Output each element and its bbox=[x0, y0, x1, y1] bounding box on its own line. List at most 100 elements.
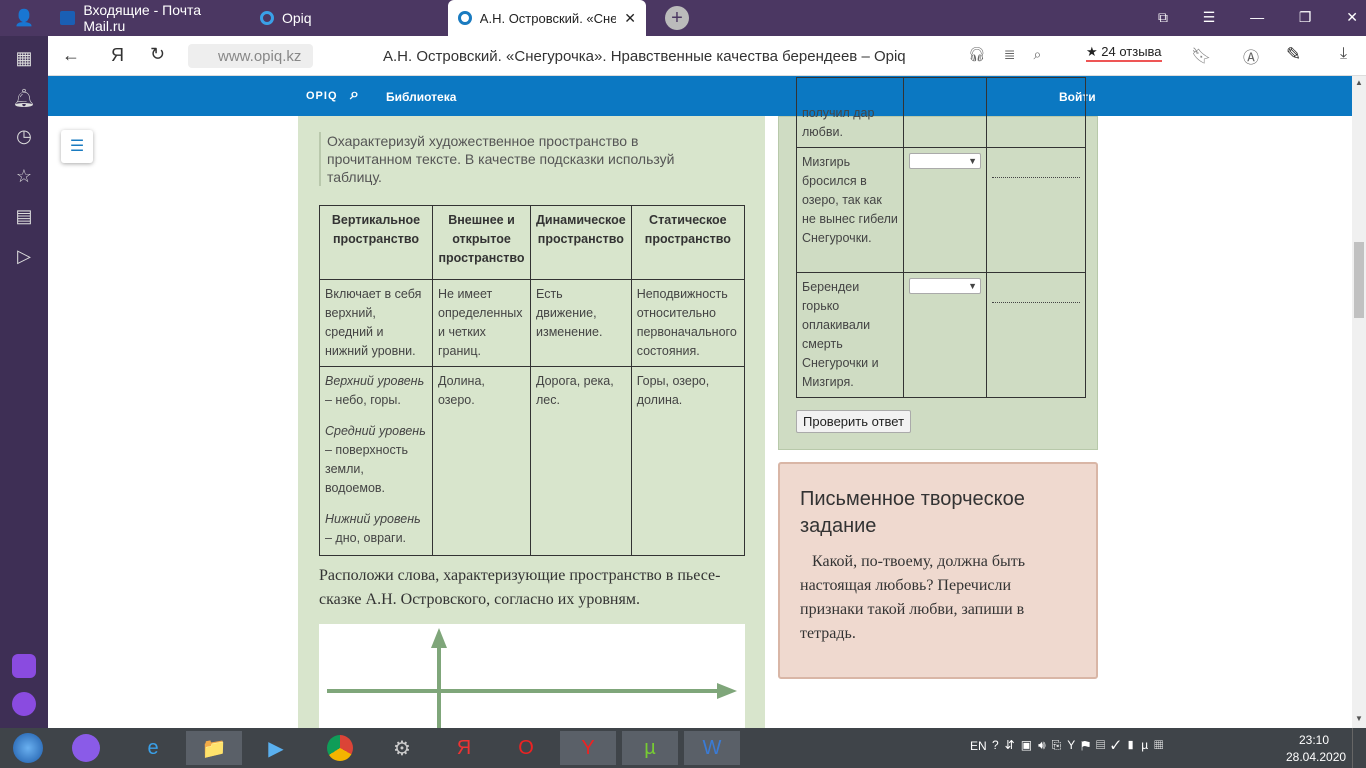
level-name: Верхний уровень bbox=[325, 374, 425, 388]
tab-label: Opiq bbox=[282, 10, 312, 26]
reviews-button[interactable]: ★ 24 отзыва bbox=[1086, 44, 1162, 62]
show-desktop-button[interactable] bbox=[1352, 728, 1366, 768]
table-cell: Включает в себя верхний, средний и нижни… bbox=[319, 279, 433, 367]
tab-label: А.Н. Островский. «Снег bbox=[479, 10, 617, 26]
url-text: www.opiq.kz bbox=[218, 48, 302, 65]
film-icon[interactable]: ⚙ bbox=[374, 731, 430, 765]
notifications-icon[interactable]: 🔔︎ bbox=[12, 86, 36, 110]
taskbar: e 📁 ▶ ⚙ Я O Y µ W EN ?⇵▣🔊︎⎘Y⚑▤✓▮µ▦ 23:10… bbox=[0, 728, 1366, 768]
scroll-down-icon[interactable]: ▼ bbox=[1355, 714, 1363, 723]
quiz-statement: получил дар любви. bbox=[796, 77, 904, 148]
close-window-icon[interactable]: ✕ bbox=[1346, 9, 1358, 26]
word-icon[interactable]: W bbox=[684, 731, 740, 765]
quiz-panel: получил дар любви. Мизгирь бросился в оз… bbox=[778, 77, 1098, 450]
table-cell: Долина, озеро. bbox=[432, 366, 531, 556]
level-text: – поверхность земли, водоемов. bbox=[325, 443, 409, 495]
toc-button[interactable]: ☰ bbox=[61, 130, 93, 163]
tab-mail[interactable]: Входящие - Почта Mail.ru bbox=[50, 0, 250, 36]
chrome-icon[interactable] bbox=[312, 731, 368, 765]
history-icon[interactable]: ◷ bbox=[12, 124, 36, 148]
page-title: А.Н. Островский. «Снегурочка». Нравствен… bbox=[383, 48, 906, 65]
profile-icon[interactable]: 👤 bbox=[14, 8, 34, 28]
clock-time[interactable]: 23:10 bbox=[1299, 733, 1329, 747]
tab-label: Входящие - Почта Mail.ru bbox=[83, 2, 202, 34]
check-answer-button[interactable]: Проверить ответ bbox=[796, 410, 912, 433]
answer-cell: ▼ bbox=[903, 147, 987, 273]
media-player-icon[interactable]: ▶ bbox=[248, 731, 304, 765]
alice-icon[interactable] bbox=[12, 654, 36, 678]
search-icon[interactable]: ⌕ bbox=[350, 86, 359, 104]
collections-icon[interactable]: ▤ bbox=[12, 204, 36, 228]
opiq-icon bbox=[458, 11, 472, 25]
table-cell: Дорога, река, лес. bbox=[530, 366, 632, 556]
minimize-icon[interactable]: — bbox=[1250, 9, 1264, 26]
bookmarks-icon[interactable]: ⧉ bbox=[1158, 9, 1168, 26]
space-table: Вертикальное пространство Внешнее и откры… bbox=[319, 205, 746, 556]
scrollbar[interactable]: ▲ ▼ bbox=[1352, 76, 1366, 728]
video-icon[interactable]: ▷ bbox=[12, 244, 36, 268]
result-cell bbox=[986, 147, 1086, 273]
library-link[interactable]: Библиотека bbox=[386, 90, 456, 104]
tray-icons[interactable]: ?⇵▣🔊︎⎘Y⚑▤✓▮µ▦ bbox=[992, 738, 1169, 753]
yandex-icon[interactable]: Я bbox=[111, 45, 124, 66]
clock-date[interactable]: 28.04.2020 bbox=[1286, 750, 1346, 764]
new-tab-button[interactable]: + bbox=[665, 6, 689, 30]
scrollbar-thumb[interactable] bbox=[1354, 242, 1364, 318]
task-intro: Охарактеризуй художественное пространств… bbox=[319, 132, 709, 186]
restore-icon[interactable]: ❐ bbox=[1299, 9, 1312, 26]
quiz-statement: Мизгирь бросился в озеро, так как не вын… bbox=[796, 147, 904, 273]
star-icon[interactable]: ☆ bbox=[12, 164, 36, 188]
reader-icons[interactable]: 🎧︎≣⌕ bbox=[968, 46, 1059, 63]
table-cell: Не имеет определенных и четких границ. bbox=[432, 279, 531, 367]
axes-arrows bbox=[327, 628, 737, 734]
writing-task-panel: Письменное творческое задание Какой, по-… bbox=[778, 462, 1098, 679]
scroll-up-icon[interactable]: ▲ bbox=[1355, 78, 1363, 87]
header-cell: Внешнее и открытое пространство bbox=[432, 205, 531, 280]
tab-bar: 👤 Входящие - Почта Mail.ru Opiq А.Н. Ост… bbox=[0, 0, 1366, 36]
tab-opiq[interactable]: Opiq bbox=[250, 0, 445, 36]
levels-cell: Верхний уровень – небо, горы. Средний ур… bbox=[319, 366, 433, 556]
opera-icon[interactable]: O bbox=[498, 731, 554, 765]
reload-icon[interactable]: ↻ bbox=[150, 44, 165, 65]
bookmark-icon[interactable]: 🔖︎ bbox=[1191, 46, 1211, 66]
back-icon[interactable]: ← bbox=[62, 45, 80, 66]
extension-icon[interactable]: ✎ bbox=[1286, 44, 1301, 65]
level-name: Нижний уровень bbox=[325, 512, 421, 526]
writing-text: Какой, по-твоему, должна быть настоящая … bbox=[800, 553, 1026, 642]
language-indicator[interactable]: EN bbox=[970, 739, 987, 753]
result-cell bbox=[986, 272, 1086, 398]
yandex-active-icon[interactable]: Y bbox=[560, 731, 616, 765]
menu-icon[interactable]: ☰ bbox=[1203, 9, 1216, 26]
table-cell: Неподвижность относительно первоначально… bbox=[630, 279, 746, 367]
writing-title: Письменное творческое задание bbox=[800, 488, 1025, 537]
quiz-table: получил дар любви. Мизгирь бросился в оз… bbox=[796, 77, 1086, 398]
explorer-icon[interactable]: 📁 bbox=[186, 731, 242, 765]
header-cell: Динамическое пространство bbox=[530, 205, 632, 280]
utorrent-icon[interactable]: µ bbox=[622, 731, 678, 765]
window-controls[interactable]: ⧉ ☰ — ❐ ✕ bbox=[1158, 9, 1358, 26]
answer-cell bbox=[903, 77, 987, 148]
start-button[interactable] bbox=[0, 731, 56, 765]
yandex-browser-icon[interactable]: Я bbox=[436, 731, 492, 765]
account-icon[interactable]: Ⓐ bbox=[1243, 44, 1259, 68]
level-text: – дно, овраги. bbox=[325, 531, 407, 545]
table-cell: Горы, озеро, долина. bbox=[630, 366, 746, 556]
level-name: Средний уровень bbox=[325, 424, 426, 438]
main-column: Охарактеризуй художественное пространств… bbox=[298, 116, 765, 734]
arrange-text: Расположи слова, характеризующие простра… bbox=[319, 567, 721, 608]
url-field[interactable]: www.opiq.kz bbox=[188, 44, 313, 68]
assistant-icon[interactable] bbox=[12, 692, 36, 716]
answer-select[interactable]: ▼ bbox=[909, 278, 981, 294]
alice-taskbar-icon[interactable] bbox=[58, 731, 114, 765]
levels-diagram bbox=[319, 624, 745, 734]
tab-active[interactable]: А.Н. Островский. «Снег ✕ bbox=[448, 0, 646, 36]
site-logo[interactable]: OPIQ bbox=[306, 90, 338, 102]
result-cell bbox=[986, 77, 1086, 148]
apps-icon[interactable]: ▦ bbox=[12, 46, 36, 70]
close-icon[interactable]: ✕ bbox=[624, 10, 636, 27]
answer-select[interactable]: ▼ bbox=[909, 153, 981, 169]
table-cell: Есть движение, изменение. bbox=[530, 279, 632, 367]
download-icon[interactable]: ⤓ bbox=[1340, 45, 1347, 63]
opiq-icon bbox=[260, 11, 274, 25]
ie-icon[interactable]: e bbox=[125, 731, 181, 765]
